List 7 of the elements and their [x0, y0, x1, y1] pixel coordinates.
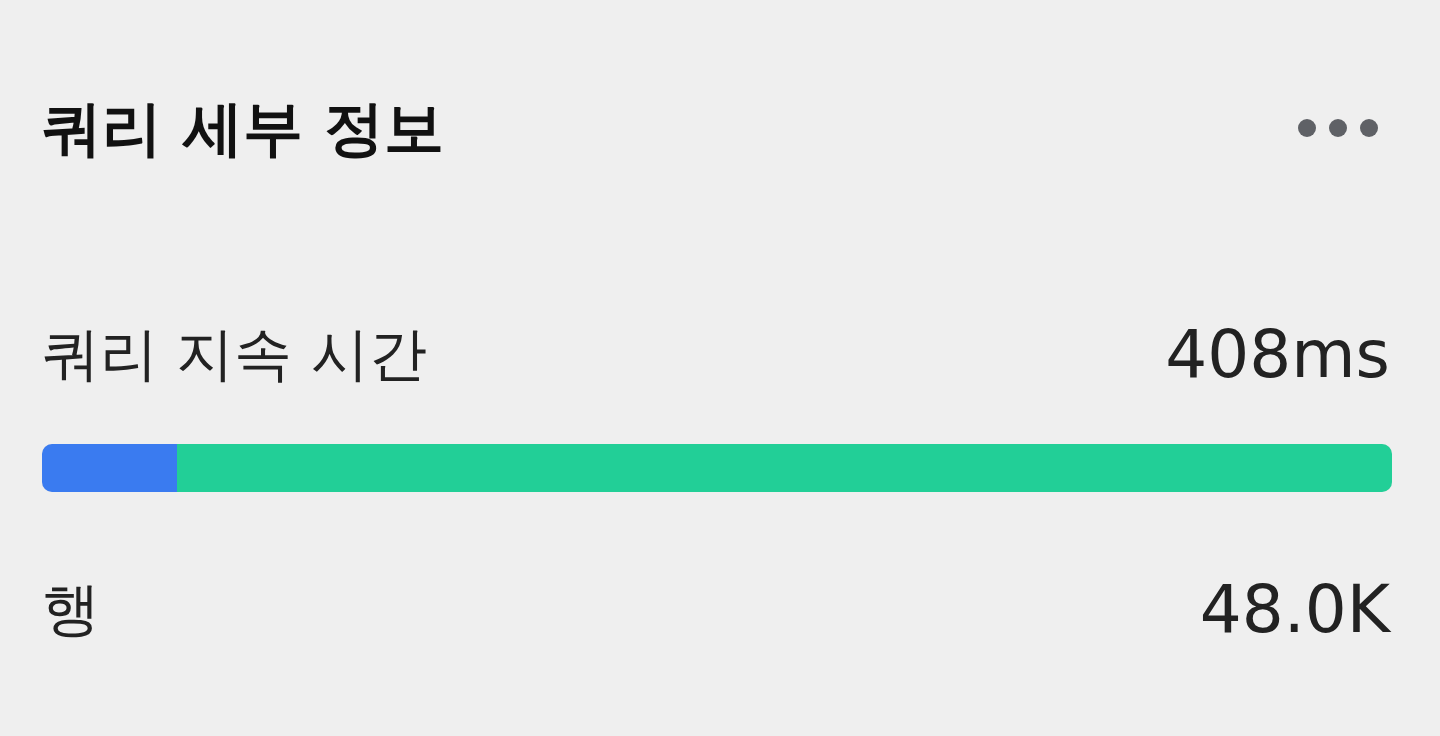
metric-label: 쿼리 지속 시간 — [42, 320, 427, 390]
more-button[interactable] — [1298, 118, 1378, 138]
metric-value: 48.0K — [1199, 570, 1390, 650]
metric-label: 행 — [42, 575, 100, 645]
more-icon — [1298, 118, 1378, 138]
panel-title: 쿼리 세부 정보 — [42, 92, 444, 164]
metric-value: 408ms — [1165, 315, 1390, 395]
